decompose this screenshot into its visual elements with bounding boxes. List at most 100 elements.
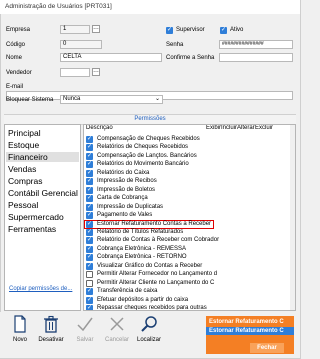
permission-label: Cobrança Eletrônica - RETORNO <box>97 254 187 261</box>
permission-checkbox[interactable]: ✓ <box>86 271 93 279</box>
permission-checkbox[interactable]: ✓ <box>86 296 93 304</box>
window-title: Administração de Usuários [PRT031] <box>5 3 112 10</box>
codigo-field[interactable]: 0 <box>60 40 102 49</box>
permission-checkbox[interactable]: ✓ <box>86 169 93 177</box>
category-item[interactable]: Vendas <box>8 164 36 174</box>
permission-row[interactable]: ✓ Repassar cheques recebidos para outras <box>84 305 295 311</box>
permission-label: Cobrança Eletrônica - REMESSA <box>97 245 187 252</box>
new-document-icon <box>14 315 26 333</box>
permission-row[interactable]: ✓ Relatórios de Cheques Recebidos <box>84 144 295 152</box>
permission-label: Impressão de Duplicatas <box>97 203 164 210</box>
permission-label: Permitir Alterar Cliente no Lançamento d… <box>97 279 215 286</box>
permission-checkbox[interactable]: ✓ <box>86 237 93 245</box>
permission-checkbox[interactable]: ✓ <box>86 279 93 287</box>
permission-row[interactable]: ✓ Cobrança Eletrônica - REMESSA <box>84 245 295 254</box>
category-item[interactable]: Ferramentas <box>8 224 56 234</box>
permission-row[interactable]: ✓ Impressão de Duplicatas <box>84 203 295 212</box>
salvar-button[interactable]: Salvar <box>68 315 102 343</box>
bloquear-select[interactable]: Nunca ⌄ <box>60 95 163 104</box>
category-item[interactable]: Supermercado <box>8 212 64 222</box>
category-item[interactable]: Pessoal <box>8 200 38 210</box>
permission-checkbox[interactable]: ✓ <box>86 228 93 236</box>
permission-row[interactable]: ✓ Permitir Alterar Fornecedor no Lançamen… <box>84 271 295 279</box>
codigo-label: Código <box>6 42 26 48</box>
permission-checkbox[interactable]: ✓ <box>86 161 93 169</box>
senha-label: Senha <box>166 42 184 48</box>
empresa-lookup-button[interactable]: … <box>92 25 100 33</box>
col-alterar: Alterar <box>237 125 255 131</box>
senha-field[interactable]: ############### <box>219 40 293 49</box>
permission-row[interactable]: ✓ Relatórios do Caixa <box>84 169 295 178</box>
permission-label: Estornar Refaturamento Contas a Receber <box>97 220 212 227</box>
permission-label: Repassar cheques recebidos para outras <box>97 305 207 311</box>
novo-button[interactable]: Novo <box>3 315 37 343</box>
popup-line-2[interactable]: Estornar Refaturamento C <box>206 327 294 335</box>
empresa-field[interactable]: 1 <box>60 25 90 34</box>
permission-row[interactable]: ✓ Efetuar depósitos a partir do caixa <box>84 296 295 305</box>
permission-checkbox[interactable]: ✓ <box>86 144 93 152</box>
permission-checkbox[interactable]: ✓ <box>86 220 93 228</box>
permission-checkbox[interactable]: ✓ <box>86 195 93 203</box>
desativar-button[interactable]: Desativar <box>34 315 68 343</box>
permission-row[interactable]: ✓ Permitir Alterar Cliente no Lançamento … <box>84 279 295 288</box>
cancelar-button[interactable]: Cancelar <box>100 315 134 343</box>
ativo-checkbox[interactable]: ✓ <box>220 27 227 34</box>
permission-row[interactable]: ✓ Compensação de Lançtos. Bancários <box>84 152 295 161</box>
permission-label: Relatórios do Movimento Bancário <box>97 161 189 168</box>
col-incluir: Incluir <box>221 125 238 131</box>
permission-label: Pagamento de Vales <box>97 212 153 219</box>
category-item[interactable]: Principal <box>8 128 41 138</box>
permission-checkbox[interactable]: ✓ <box>86 136 93 143</box>
permission-checkbox[interactable]: ✓ <box>86 245 93 253</box>
category-list: Principal Estoque Financeiro Vendas Comp… <box>4 124 81 311</box>
permission-row[interactable]: ✓ Relatório de Contas à Receber com Cobra… <box>84 237 295 245</box>
permission-row[interactable]: ✓ Visualizar Gráfico do Contas a Receber <box>84 262 295 271</box>
nome-field[interactable]: CELTA <box>60 53 162 62</box>
category-item-selected[interactable]: Financeiro <box>6 152 79 162</box>
scrollbar[interactable] <box>290 125 295 310</box>
permission-label: Visualizar Gráfico do Contas a Receber <box>97 262 203 269</box>
notification-popup: Estornar Refaturamento C Estornar Refatu… <box>206 316 294 354</box>
category-item[interactable]: Compras <box>8 176 42 186</box>
permission-checkbox[interactable]: ✓ <box>86 203 93 211</box>
supervisor-checkbox[interactable]: ✓ <box>166 27 173 34</box>
ativo-label: Ativo <box>230 27 244 33</box>
permission-row[interactable]: ✓ Compensação de Cheques Recebidos <box>84 136 295 144</box>
salvar-label: Salvar <box>76 337 94 343</box>
copy-permissions-link[interactable]: Copiar permissões de... <box>9 286 72 292</box>
permission-row[interactable]: ✓ Relatórios do Movimento Bancário <box>84 161 295 169</box>
category-item[interactable]: Estoque <box>8 140 39 150</box>
title-bar: Administração de Usuários [PRT031] <box>0 0 300 14</box>
localizar-button[interactable]: Localizar <box>132 315 166 343</box>
permission-checkbox[interactable]: ✓ <box>86 186 93 194</box>
vendedor-lookup-button[interactable]: … <box>92 68 100 76</box>
cancelar-label: Cancelar <box>104 337 129 343</box>
bloquear-label: Bloquear Sistema <box>6 97 54 103</box>
permissions-table: Descrição Exibir Incluir Alterar Excluir… <box>83 124 296 311</box>
permission-label: Relatório de Títulos Refaturados <box>97 228 184 235</box>
permission-checkbox[interactable]: ✓ <box>86 254 93 262</box>
permission-row[interactable]: ✓ Relatório de Títulos Refaturados <box>84 228 295 237</box>
close-icon <box>110 317 124 331</box>
permission-row[interactable]: ✓ Impressão de Boletos <box>84 186 295 195</box>
permission-checkbox[interactable]: ✓ <box>86 305 93 310</box>
permission-row[interactable]: ✓ Carta de Cobrança <box>84 195 295 203</box>
trash-icon <box>44 315 58 333</box>
vendedor-field[interactable] <box>60 68 90 77</box>
permission-checkbox[interactable]: ✓ <box>86 178 93 186</box>
permission-label: Permitir Alterar Fornecedor no Lançament… <box>97 271 218 278</box>
permission-checkbox[interactable]: ✓ <box>86 212 93 220</box>
permission-row[interactable]: ✓ Estornar Refaturamento Contas a Receber <box>84 219 295 229</box>
fechar-button[interactable]: Fechar <box>250 343 284 353</box>
permission-checkbox[interactable]: ✓ <box>86 262 93 270</box>
popup-line-1: Estornar Refaturamento C <box>209 319 284 325</box>
search-icon <box>141 316 157 332</box>
permission-row[interactable]: ✓ Transferência de caixa <box>84 288 295 296</box>
permission-label: Efetuar depósitos a partir do caixa <box>97 296 189 303</box>
category-item[interactable]: Contábil Gerencial <box>8 188 78 198</box>
permission-row[interactable]: ✓ Cobrança Eletrônica - RETORNO <box>84 254 295 262</box>
permission-checkbox[interactable]: ✓ <box>86 288 93 296</box>
confirma-senha-field[interactable] <box>219 53 293 62</box>
permission-checkbox[interactable]: ✓ <box>86 152 93 160</box>
permission-row[interactable]: ✓ Impressão de Recibos <box>84 178 295 186</box>
